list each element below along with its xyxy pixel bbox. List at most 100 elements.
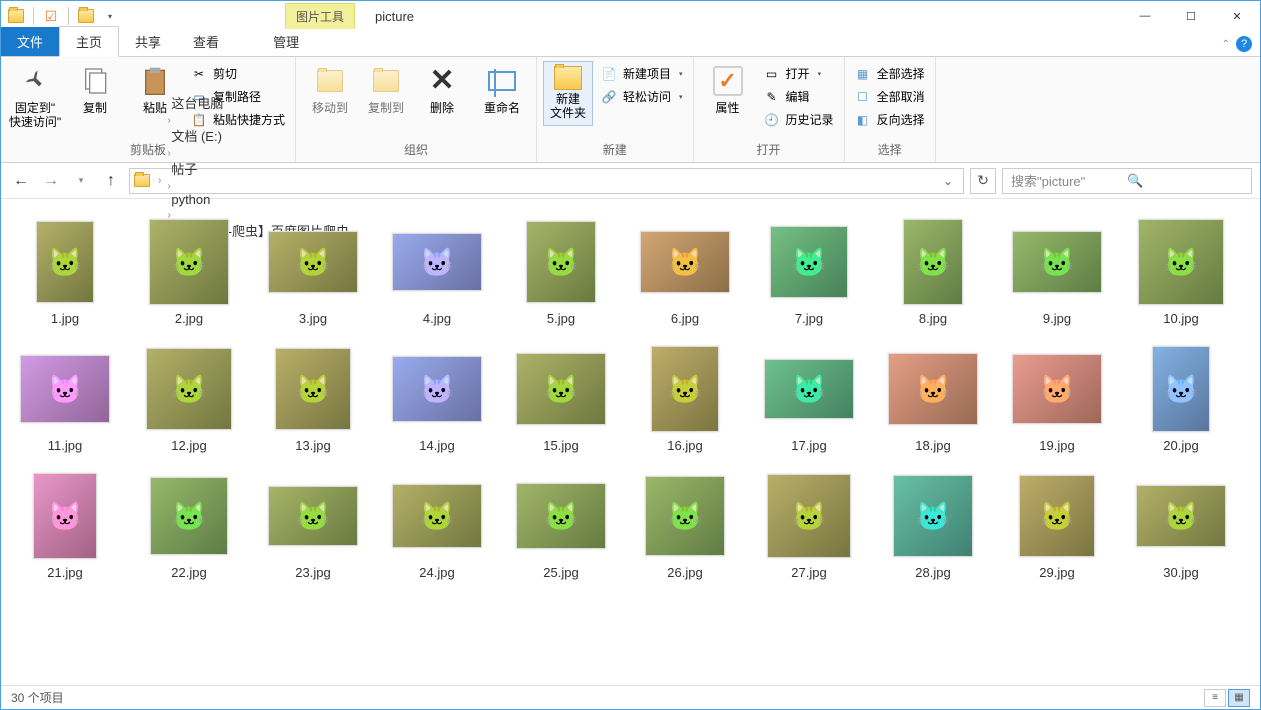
- file-item[interactable]: 14.jpg: [387, 346, 487, 453]
- back-button[interactable]: ←: [9, 169, 33, 193]
- file-name: 20.jpg: [1163, 438, 1198, 453]
- properties-icon: [712, 65, 744, 97]
- chevron-right-icon[interactable]: ›: [156, 175, 163, 186]
- chevron-right-icon[interactable]: ›: [165, 115, 172, 126]
- file-item[interactable]: 2.jpg: [139, 219, 239, 326]
- file-item[interactable]: 3.jpg: [263, 219, 363, 326]
- up-button[interactable]: ↑: [99, 169, 123, 193]
- file-item[interactable]: 28.jpg: [883, 473, 983, 580]
- breadcrumb-segment[interactable]: 文档 (E:): [165, 126, 355, 145]
- file-item[interactable]: 11.jpg: [15, 346, 115, 453]
- file-name: 5.jpg: [547, 311, 575, 326]
- file-name: 13.jpg: [295, 438, 330, 453]
- copy-label: 复制: [83, 101, 107, 115]
- file-item[interactable]: 12.jpg: [139, 346, 239, 453]
- file-item[interactable]: 26.jpg: [635, 473, 735, 580]
- qat-dropdown-icon[interactable]: ▾: [99, 5, 121, 27]
- tab-home[interactable]: 主页: [59, 26, 119, 57]
- invert-selection-button[interactable]: ◧反向选择: [851, 109, 929, 130]
- new-folder-button[interactable]: 新建 文件夹: [543, 61, 593, 126]
- tab-manage[interactable]: 管理: [257, 27, 315, 56]
- search-placeholder: 搜索"picture": [1011, 171, 1127, 190]
- breadcrumb-segment[interactable]: 帖子: [165, 159, 355, 178]
- file-item[interactable]: 25.jpg: [511, 473, 611, 580]
- move-to-button[interactable]: 移动到: [302, 61, 358, 115]
- image-thumbnail: [20, 355, 110, 423]
- copy-button[interactable]: 复制: [67, 61, 123, 115]
- file-item[interactable]: 21.jpg: [15, 473, 115, 580]
- cut-button[interactable]: ✂剪切: [187, 63, 289, 84]
- search-box[interactable]: 搜索"picture" 🔍: [1002, 168, 1252, 194]
- copy-to-button[interactable]: 复制到: [362, 61, 410, 115]
- close-button[interactable]: ✕: [1214, 1, 1260, 31]
- file-item[interactable]: 7.jpg: [759, 219, 859, 326]
- select-none-button[interactable]: ☐全部取消: [851, 86, 929, 107]
- file-list[interactable]: 1.jpg2.jpg3.jpg4.jpg 5.jpg 6.jpg 7.jpg 8.jpg…: [1, 199, 1260, 685]
- image-thumbnail: [1152, 346, 1210, 432]
- forward-button[interactable]: →: [39, 169, 63, 193]
- properties-button[interactable]: 属性: [700, 61, 756, 115]
- history-button[interactable]: 🕘历史记录: [760, 109, 838, 130]
- tab-share[interactable]: 共享: [119, 27, 177, 56]
- image-thumbnail: [392, 484, 482, 548]
- edit-button[interactable]: ✎编辑: [760, 86, 838, 107]
- details-view-button[interactable]: ≡: [1204, 689, 1226, 707]
- minimize-button[interactable]: ―: [1122, 1, 1168, 31]
- delete-button[interactable]: ✕ 删除: [414, 61, 470, 115]
- qat-properties-icon[interactable]: ☑: [40, 5, 62, 27]
- image-thumbnail: [1138, 219, 1224, 305]
- address-bar[interactable]: › 这台电脑›文档 (E:)›帖子›python›【python--爬虫】百度图…: [129, 168, 964, 194]
- rename-button[interactable]: 重命名: [474, 61, 530, 115]
- tab-file[interactable]: 文件: [1, 27, 59, 56]
- file-item[interactable]: 13.jpg: [263, 346, 363, 453]
- file-item[interactable]: 22.jpg: [139, 473, 239, 580]
- qat-new-folder-icon[interactable]: [75, 5, 97, 27]
- maximize-button[interactable]: ☐: [1168, 1, 1214, 31]
- edit-icon: ✎: [764, 89, 780, 105]
- ribbon-tabs: 文件 主页 共享 查看 管理 ⌃ ?: [1, 31, 1260, 57]
- file-item[interactable]: 10.jpg: [1131, 219, 1231, 326]
- easy-access-button[interactable]: 🔗轻松访问▾: [597, 86, 687, 107]
- new-item-button[interactable]: 📄新建项目▾: [597, 63, 687, 84]
- image-thumbnail: [33, 473, 97, 559]
- file-item[interactable]: 6.jpg: [635, 219, 735, 326]
- thumbnails-view-button[interactable]: ▦: [1228, 689, 1250, 707]
- history-icon: 🕘: [764, 112, 780, 128]
- file-item[interactable]: 20.jpg: [1131, 346, 1231, 453]
- help-icon[interactable]: ?: [1236, 36, 1252, 52]
- file-item[interactable]: 24.jpg: [387, 473, 487, 580]
- file-item[interactable]: 4.jpg: [387, 219, 487, 326]
- file-item[interactable]: 1.jpg: [15, 219, 115, 326]
- pin-label: 固定到" 快速访问": [9, 101, 61, 130]
- recent-dropdown[interactable]: ▾: [69, 169, 93, 193]
- file-item[interactable]: 16.jpg: [635, 346, 735, 453]
- collapse-ribbon-icon[interactable]: ⌃: [1222, 39, 1230, 50]
- select-all-button[interactable]: ▦全部选择: [851, 63, 929, 84]
- file-name: 21.jpg: [47, 565, 82, 580]
- pin-to-quick-access-button[interactable]: 固定到" 快速访问": [7, 61, 63, 130]
- file-name: 14.jpg: [419, 438, 454, 453]
- chevron-right-icon[interactable]: ›: [165, 181, 172, 192]
- file-item[interactable]: 18.jpg: [883, 346, 983, 453]
- file-item[interactable]: 29.jpg: [1007, 473, 1107, 580]
- file-item[interactable]: 5.jpg: [511, 219, 611, 326]
- file-item[interactable]: 27.jpg: [759, 473, 859, 580]
- address-dropdown-icon[interactable]: ⌄: [937, 174, 959, 188]
- file-item[interactable]: 30.jpg: [1131, 473, 1231, 580]
- window-title: picture: [375, 9, 414, 24]
- image-thumbnail: [392, 233, 482, 291]
- file-item[interactable]: 17.jpg: [759, 346, 859, 453]
- file-item[interactable]: 15.jpg: [511, 346, 611, 453]
- file-item[interactable]: 19.jpg: [1007, 346, 1107, 453]
- file-item[interactable]: 8.jpg: [883, 219, 983, 326]
- file-name: 7.jpg: [795, 311, 823, 326]
- refresh-button[interactable]: ↻: [970, 168, 996, 194]
- thumbnail: [888, 219, 978, 305]
- file-item[interactable]: 9.jpg: [1007, 219, 1107, 326]
- thumbnail: [1136, 346, 1226, 432]
- qat-folder-icon[interactable]: [5, 5, 27, 27]
- open-button[interactable]: ▭打开▾: [760, 63, 838, 84]
- chevron-right-icon[interactable]: ›: [165, 148, 172, 159]
- tab-view[interactable]: 查看: [177, 27, 235, 56]
- file-item[interactable]: 23.jpg: [263, 473, 363, 580]
